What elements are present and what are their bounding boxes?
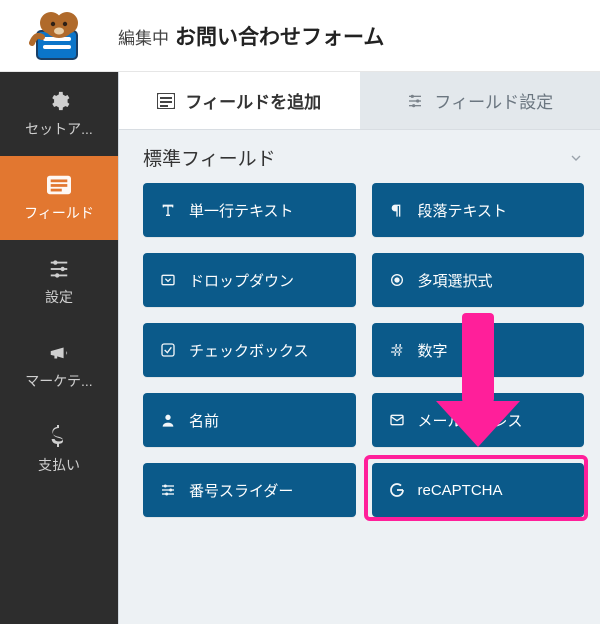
section-title: 標準フィールド bbox=[143, 144, 276, 171]
field-button[interactable]: メールアドレス bbox=[372, 393, 585, 447]
sidebar-item-label: フィールド bbox=[24, 203, 94, 223]
user-icon bbox=[159, 411, 177, 429]
tab-add-fields[interactable]: フィールドを追加 bbox=[119, 72, 360, 129]
field-label: 単一行テキスト bbox=[189, 200, 340, 221]
form-name: お問い合わせフォーム bbox=[175, 21, 384, 51]
sidebar-item-label: 支払い bbox=[38, 455, 80, 475]
bullhorn-icon bbox=[47, 341, 71, 365]
field-label: メールアドレス bbox=[418, 410, 569, 431]
field-button[interactable]: reCAPTCHA bbox=[372, 463, 585, 517]
tab-field-options[interactable]: フィールド設定 bbox=[360, 72, 600, 129]
paragraph-icon bbox=[388, 201, 406, 219]
sliders-icon bbox=[47, 257, 71, 281]
wpforms-logo-icon bbox=[29, 9, 89, 63]
list-icon bbox=[47, 173, 71, 197]
field-label: ドロップダウン bbox=[189, 270, 340, 291]
dollar-icon bbox=[47, 425, 71, 449]
sidebar-item-label: マーケテ... bbox=[25, 371, 92, 391]
field-button[interactable]: ドロップダウン bbox=[143, 253, 356, 307]
field-label: reCAPTCHA bbox=[418, 482, 569, 499]
sidebar-item-setup[interactable]: セットア... bbox=[0, 72, 118, 156]
sidebar: セットア... フィールド 設定 マーケテ... bbox=[0, 72, 118, 624]
field-button[interactable]: 数字 bbox=[372, 323, 585, 377]
sidebar-item-fields[interactable]: フィールド bbox=[0, 156, 118, 240]
field-button[interactable]: 多項選択式 bbox=[372, 253, 585, 307]
text-t-icon bbox=[159, 201, 177, 219]
field-button[interactable]: チェックボックス bbox=[143, 323, 356, 377]
field-label: 段落テキスト bbox=[418, 200, 569, 221]
form-icon bbox=[157, 92, 175, 110]
sidebar-item-label: セットア... bbox=[25, 119, 93, 139]
header: 編集中 お問い合わせフォーム bbox=[0, 0, 600, 72]
field-label: チェックボックス bbox=[189, 340, 340, 361]
fields-grid: 単一行テキスト 段落テキストドロップダウン 多項選択式チェックボックス 数字名前 メール… bbox=[119, 177, 600, 533]
mail-icon bbox=[388, 411, 406, 429]
sliders-icon bbox=[159, 481, 177, 499]
field-button[interactable]: 段落テキスト bbox=[372, 183, 585, 237]
field-button[interactable]: 単一行テキスト bbox=[143, 183, 356, 237]
gear-icon bbox=[47, 89, 71, 113]
field-label: 名前 bbox=[189, 410, 340, 431]
field-label: 番号スライダー bbox=[189, 480, 340, 501]
app-logo bbox=[0, 0, 118, 72]
checkbox-icon bbox=[159, 341, 177, 359]
tabs: フィールドを追加 フィールド設定 bbox=[119, 72, 600, 130]
field-label: 多項選択式 bbox=[418, 270, 569, 291]
sidebar-item-payments[interactable]: 支払い bbox=[0, 408, 118, 492]
section-header[interactable]: 標準フィールド bbox=[119, 130, 600, 177]
sidebar-item-marketing[interactable]: マーケテ... bbox=[0, 324, 118, 408]
panel: フィールドを追加 フィールド設定 標準フィールド 単一行テキスト 段落テキストドロ… bbox=[118, 72, 600, 624]
tab-label: フィールドを追加 bbox=[185, 88, 321, 113]
sidebar-item-label: 設定 bbox=[45, 287, 73, 307]
field-button[interactable]: 名前 bbox=[143, 393, 356, 447]
dropdown-icon bbox=[159, 271, 177, 289]
google-g-icon bbox=[388, 481, 406, 499]
sliders-icon bbox=[406, 92, 424, 110]
editing-label: 編集中 bbox=[118, 24, 169, 49]
sidebar-item-settings[interactable]: 設定 bbox=[0, 240, 118, 324]
radio-icon bbox=[388, 271, 406, 289]
hash-icon bbox=[388, 341, 406, 359]
chevron-down-icon bbox=[568, 150, 584, 166]
header-title: 編集中 お問い合わせフォーム bbox=[118, 21, 384, 51]
tab-label: フィールド設定 bbox=[434, 88, 553, 113]
field-label: 数字 bbox=[418, 340, 569, 361]
field-button[interactable]: 番号スライダー bbox=[143, 463, 356, 517]
